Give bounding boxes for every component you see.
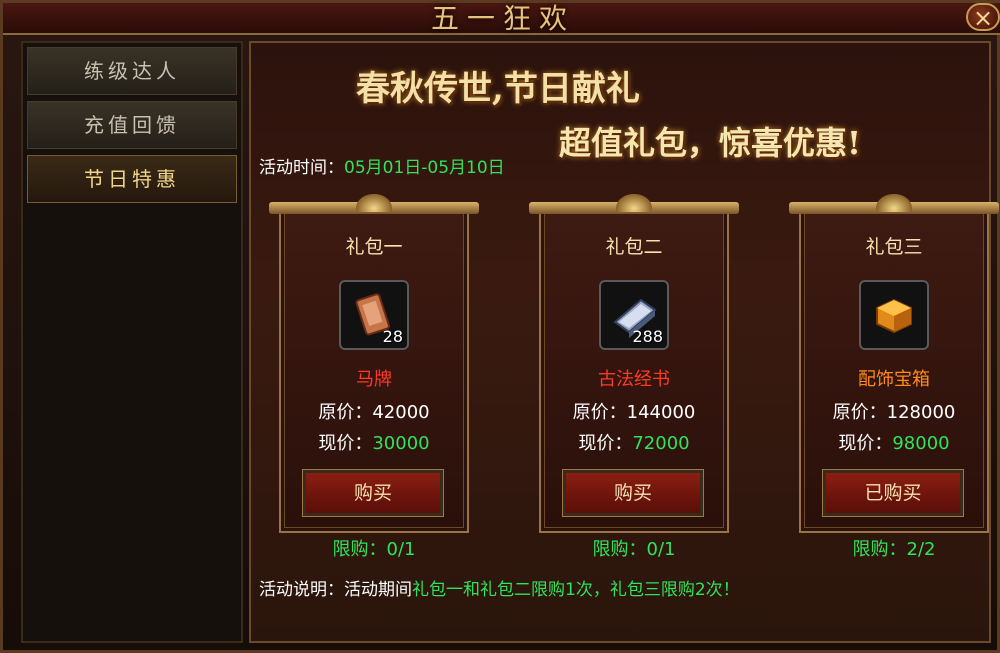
item-name: 马牌 <box>356 369 392 390</box>
purchased-button[interactable]: 已购买 <box>822 469 964 517</box>
sidebar-item-level-master[interactable]: 练级达人 <box>27 47 237 95</box>
item-name: 古法经书 <box>598 369 670 390</box>
ornament-icon <box>876 194 912 212</box>
banner-line-2: 超值礼包，惊喜优惠! <box>559 124 862 162</box>
item-count: 28 <box>382 327 403 346</box>
close-button[interactable]: × <box>966 3 1000 31</box>
item-slot[interactable]: 28 <box>339 280 409 350</box>
item-slot[interactable]: 288 <box>599 280 669 350</box>
purchase-limit: 限购：0/1 <box>592 539 676 560</box>
buy-button[interactable]: 购买 <box>302 469 444 517</box>
original-price-label: 原价： <box>832 402 887 423</box>
original-price-value: 42000 <box>372 402 430 423</box>
purchase-limit: 限购：0/1 <box>332 539 416 560</box>
item-slot[interactable] <box>859 280 929 350</box>
title-bar: 五一狂欢 × <box>3 2 1000 35</box>
purchase-limit: 限购：2/2 <box>852 539 936 560</box>
package-title: 礼包一 <box>345 236 403 258</box>
description-text: 礼包一和礼包二限购1次，礼包三限购2次！ <box>412 580 740 600</box>
ornament-icon <box>356 194 392 212</box>
window-title: 五一狂欢 <box>430 2 575 35</box>
original-price: 原价：128000 <box>801 398 987 424</box>
original-price-value: 144000 <box>626 402 696 423</box>
event-time: 活动时间：05月01日-05月10日 <box>259 153 505 178</box>
ornament-icon <box>616 194 652 212</box>
package-card-1: 礼包一 28 马牌 原价：42000 现价：30000 购买 <box>269 194 479 533</box>
main-panel: 春秋传世,节日献礼 超值礼包，惊喜优惠! 活动时间：05月01日-05月10日 … <box>249 41 999 643</box>
current-price: 现价：98000 <box>801 429 987 455</box>
original-price: 原价：144000 <box>541 398 727 424</box>
sidebar: 练级达人 充值回馈 节日特惠 <box>21 41 243 643</box>
description-label: 活动说明：活动期间 <box>259 580 412 600</box>
current-price-label: 现价： <box>838 433 893 454</box>
event-time-label: 活动时间： <box>259 158 344 178</box>
event-description: 活动说明：活动期间礼包一和礼包二限购1次，礼包三限购2次！ <box>259 575 740 600</box>
current-price-label: 现价： <box>578 433 633 454</box>
original-price-label: 原价： <box>318 402 373 423</box>
event-time-value: 05月01日-05月10日 <box>344 158 505 178</box>
item-name: 配饰宝箱 <box>858 369 930 390</box>
current-price-value: 30000 <box>372 433 430 454</box>
event-window: 五一狂欢 × 练级达人 充值回馈 节日特惠 春秋传世,节日献礼 超值礼包，惊喜优… <box>0 0 1000 653</box>
treasure-box-icon <box>876 298 912 334</box>
item-count: 288 <box>632 327 663 346</box>
sidebar-item-festival-sale[interactable]: 节日特惠 <box>27 155 237 203</box>
package-card-2: 礼包二 288 古法经书 原价：144000 现价：72000 购买 <box>529 194 739 533</box>
sidebar-item-recharge-reward[interactable]: 充值回馈 <box>27 101 237 149</box>
current-price: 现价：72000 <box>541 429 727 455</box>
package-title: 礼包三 <box>865 236 923 258</box>
current-price: 现价：30000 <box>281 429 467 455</box>
original-price-value: 128000 <box>886 402 956 423</box>
package-title: 礼包二 <box>605 236 663 258</box>
current-price-label: 现价： <box>318 433 373 454</box>
buy-button[interactable]: 购买 <box>562 469 704 517</box>
banner-line-1: 春秋传世,节日献礼 <box>356 69 640 109</box>
current-price-value: 98000 <box>892 433 950 454</box>
package-card-3: 礼包三 配饰宝箱 原价：128000 现价：98000 已购买 <box>789 194 999 533</box>
original-price-label: 原价： <box>572 402 627 423</box>
original-price: 原价：42000 <box>281 398 467 424</box>
current-price-value: 72000 <box>632 433 690 454</box>
